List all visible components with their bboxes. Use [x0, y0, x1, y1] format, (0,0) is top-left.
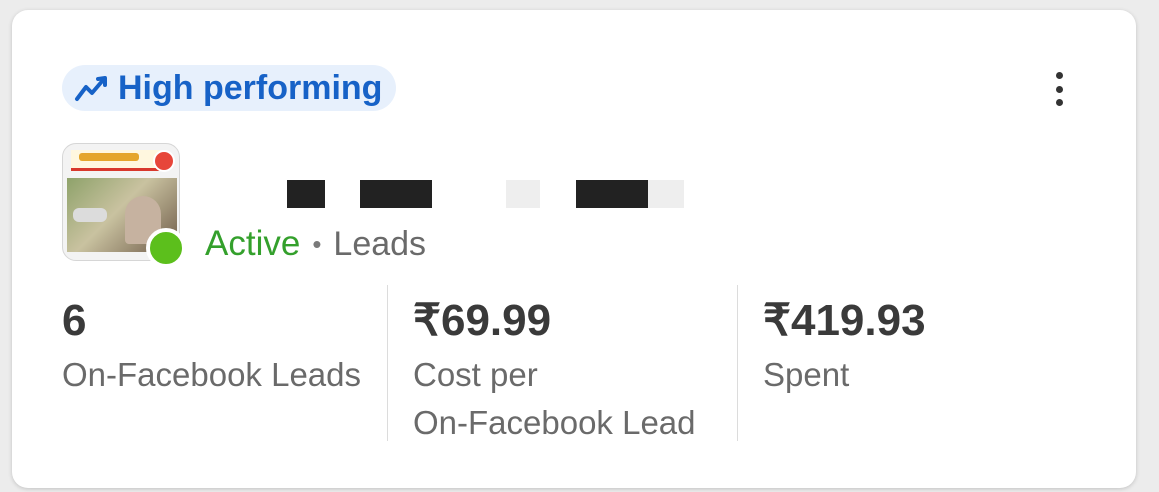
metric-value: 6	[62, 296, 87, 345]
trending-up-icon	[75, 76, 107, 101]
ad-card[interactable]: High performing Active • Leads 6 On-Face…	[12, 10, 1136, 488]
metric-label: On-Facebook Leads	[62, 356, 362, 393]
metric-value: ₹419.93	[763, 296, 926, 345]
high-performing-badge: High performing	[62, 65, 397, 111]
badge-label: High performing	[118, 68, 383, 107]
active-status-dot	[146, 228, 186, 268]
more-options-button[interactable]	[1044, 68, 1074, 110]
metric-label: Spent	[763, 356, 850, 393]
metric-spent: ₹419.93 Spent	[763, 285, 1083, 441]
ad-status-line: Active • Leads	[205, 224, 426, 264]
metric-label: Cost per On-Facebook Lead	[413, 356, 696, 441]
metric-divider	[387, 285, 388, 441]
status-active: Active	[205, 224, 301, 263]
metric-leads: 6 On-Facebook Leads	[62, 285, 387, 441]
metric-value: ₹69.99	[413, 296, 552, 345]
more-vertical-icon	[1055, 72, 1063, 79]
metric-divider	[737, 285, 738, 441]
ad-objective: Leads	[333, 224, 427, 263]
status-separator: •	[312, 228, 322, 259]
metric-cost-per-lead: ₹69.99 Cost per On-Facebook Lead	[413, 285, 737, 441]
